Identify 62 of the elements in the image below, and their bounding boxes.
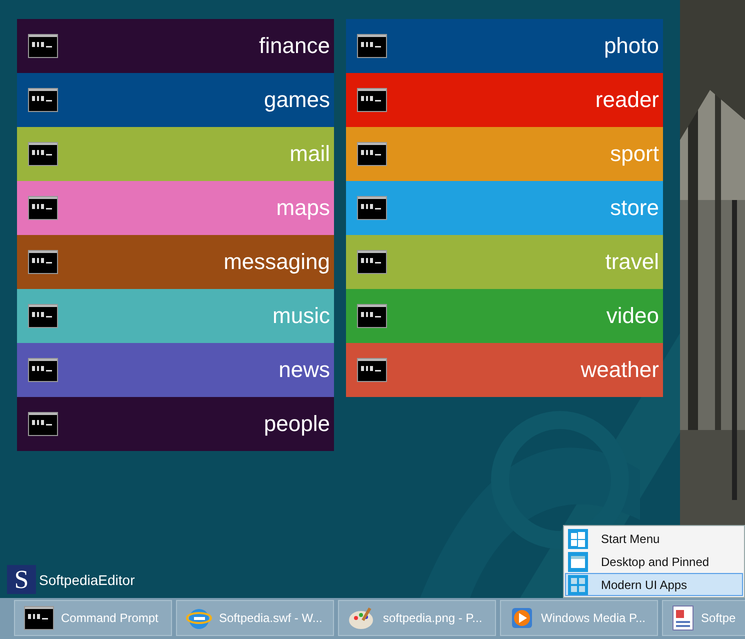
app-tile[interactable]: mail [17,127,334,181]
taskbar-button[interactable]: Windows Media P... [500,600,658,636]
tile-label: store [610,195,659,221]
window-icon [568,552,588,572]
menu-item[interactable]: Desktop and Pinned [565,550,743,573]
app-tile[interactable]: people [17,397,334,451]
app-tile[interactable]: store [346,181,663,235]
console-icon [28,412,58,436]
tile-label: mail [290,141,330,167]
tile-label: photo [604,33,659,59]
grid-icon [568,574,588,594]
console-icon [28,196,58,220]
app-tile[interactable]: messaging [17,235,334,289]
app-tile[interactable]: news [17,343,334,397]
console-icon [357,196,387,220]
tile-label: weather [580,357,659,383]
app-tile[interactable]: photo [346,19,663,73]
menu-item[interactable]: Start Menu [565,527,743,550]
console-icon [28,34,58,58]
console-icon [28,142,58,166]
app-tile[interactable]: weather [346,343,663,397]
console-icon [357,88,387,112]
app-tile[interactable]: finance [17,19,334,73]
app-tile[interactable]: travel [346,235,663,289]
console-icon [28,304,58,328]
tile-label: maps [276,195,330,221]
document-icon [672,605,694,631]
console-icon [24,606,54,630]
app-tile[interactable]: sport [346,127,663,181]
tile-label: finance [259,33,330,59]
tile-label: travel [605,249,659,275]
tile-label: reader [595,87,659,113]
taskbar-button[interactable]: Command Prompt [14,600,172,636]
tile-label: people [264,411,330,437]
tile-label: sport [610,141,659,167]
console-icon [357,34,387,58]
console-icon [357,358,387,382]
app-tile[interactable]: games [17,73,334,127]
app-tile[interactable]: video [346,289,663,343]
console-icon [28,358,58,382]
user-name: SoftpediaEditor [39,572,135,588]
console-icon [28,250,58,274]
tile-label: music [272,303,330,329]
tile-label: video [606,303,659,329]
console-icon [357,142,387,166]
console-icon [28,88,58,112]
menu-item[interactable]: Modern UI Apps [565,573,743,596]
console-icon [357,250,387,274]
taskbar-button[interactable]: Softpedia.swf - W... [176,600,334,636]
taskbar-button[interactable]: Softpe [662,600,745,636]
app-tile[interactable]: reader [346,73,663,127]
windows-logo-icon [568,528,588,548]
tile-label: news [278,357,330,383]
console-icon [357,304,387,328]
app-tile[interactable]: maps [17,181,334,235]
palette-icon [348,605,376,631]
user-avatar: S [7,565,36,594]
tile-label: games [264,87,330,113]
tile-label: messaging [224,249,330,275]
app-tile[interactable]: music [17,289,334,343]
play-icon [510,606,534,630]
taskbar-button[interactable]: softpedia.png - P... [338,600,496,636]
